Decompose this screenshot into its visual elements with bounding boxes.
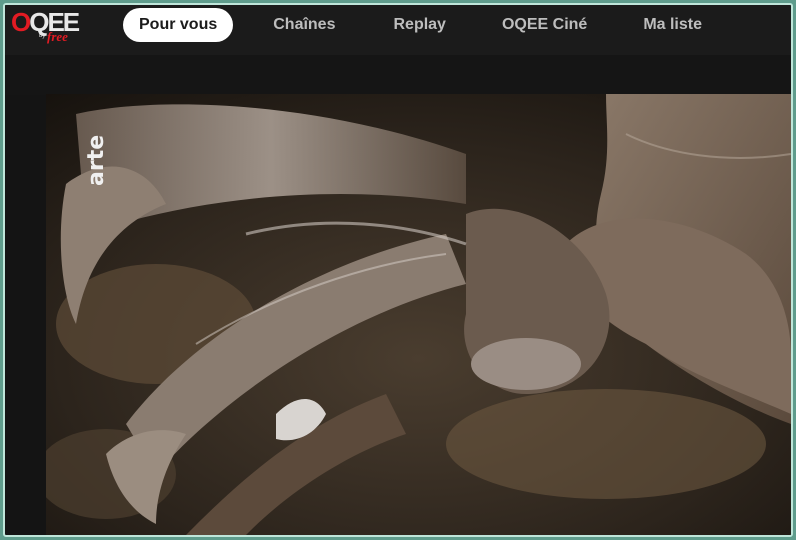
- video-frame: [46, 94, 791, 535]
- nav-tab-oqee-cine[interactable]: OQEE Ciné: [502, 16, 587, 34]
- logo-by-text: by: [39, 33, 46, 39]
- oqee-logo[interactable]: OQEE by free: [11, 7, 85, 49]
- nav-tab-ma-liste[interactable]: Ma liste: [643, 16, 702, 34]
- nav-tab-replay[interactable]: Replay: [393, 16, 445, 34]
- logo-free-text: free: [47, 29, 68, 44]
- top-navigation-bar: OQEE by free Pour vous Chaînes Replay OQ…: [5, 5, 791, 55]
- channel-logo-arte: arte: [84, 134, 109, 186]
- main-nav: Pour vous Chaînes Replay OQEE Ciné Ma li…: [123, 8, 702, 42]
- app-window: OQEE by free Pour vous Chaînes Replay OQ…: [3, 3, 793, 537]
- video-player[interactable]: arte: [46, 94, 791, 535]
- nav-tab-chaines[interactable]: Chaînes: [273, 16, 335, 34]
- nav-tab-pour-vous[interactable]: Pour vous: [123, 8, 234, 42]
- nav-underbar: [5, 55, 791, 95]
